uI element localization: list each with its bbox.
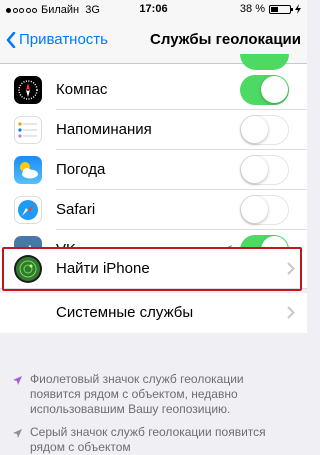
row-label: Погода [56, 161, 106, 178]
battery-percent: 38 % [239, 3, 265, 15]
battery-icon [269, 4, 293, 14]
row-label: Safari [56, 201, 96, 218]
weather-toggle[interactable] [240, 155, 289, 185]
purple-arrow-note: Фиолетовый значок служб геолокации появи… [30, 372, 244, 416]
back-button[interactable]: Приватность [6, 31, 108, 48]
status-bar: Билайн 3G 17:06 38 % [0, 0, 307, 20]
safari-toggle[interactable] [240, 195, 289, 225]
row-reminders: Напоминания [0, 110, 307, 150]
row-safari: Safari [0, 190, 307, 230]
gray-arrow-note: Серый значок служб геолокации появится р… [30, 425, 266, 454]
row-system-services[interactable]: Системные службы [0, 293, 307, 333]
back-label: Приватность [19, 31, 108, 48]
gray-location-arrow-icon [13, 429, 22, 438]
reminders-toggle[interactable] [240, 115, 289, 145]
page-title: Службы геолокации [150, 31, 301, 48]
row-label: Компас [56, 81, 108, 98]
status-right: 38 % [240, 3, 301, 15]
row-compass: Компас [0, 70, 307, 110]
row-weather: Погода [0, 150, 307, 190]
chevron-right-icon [287, 306, 295, 319]
charging-icon [295, 4, 301, 14]
row-label: Системные службы [56, 304, 194, 321]
reminders-icon [14, 116, 42, 144]
chevron-left-icon [6, 31, 16, 48]
row-label: Напоминания [56, 121, 152, 138]
purple-location-arrow-icon [13, 376, 22, 385]
weather-icon [14, 156, 42, 184]
safari-icon [14, 196, 42, 224]
compass-icon [14, 76, 42, 104]
highlight-frame [2, 247, 302, 291]
compass-toggle[interactable] [240, 75, 289, 105]
